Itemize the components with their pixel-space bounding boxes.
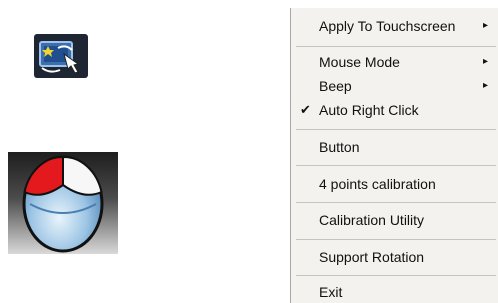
submenu-arrow-icon: ▸ bbox=[483, 20, 489, 31]
menu-item-label: Beep bbox=[319, 78, 352, 94]
menu-item-apply-to-touchscreen[interactable]: Apply To Touchscreen ▸ bbox=[291, 15, 498, 37]
menu-item-label: Auto Right Click bbox=[319, 102, 419, 118]
menu-separator bbox=[296, 275, 496, 276]
menu-item-exit[interactable]: Exit bbox=[291, 281, 498, 303]
menu-item-beep[interactable]: Beep ▸ bbox=[291, 75, 498, 97]
touchscreen-glyph-icon bbox=[39, 41, 80, 74]
menu-item-label: Mouse Mode bbox=[319, 54, 400, 70]
menu-item-calibration-utility[interactable]: Calibration Utility bbox=[291, 209, 498, 231]
submenu-arrow-icon: ▸ bbox=[483, 80, 489, 91]
touchscreen-tray-icon[interactable] bbox=[34, 34, 88, 78]
mouse-icon bbox=[22, 155, 104, 253]
checkmark-icon: ✔ bbox=[300, 102, 311, 117]
menu-item-label: Button bbox=[319, 139, 360, 155]
menu-separator bbox=[296, 165, 496, 166]
menu-item-label: Calibration Utility bbox=[319, 212, 425, 228]
menu-item-support-rotation[interactable]: Support Rotation bbox=[291, 246, 498, 268]
menu-item-label: Support Rotation bbox=[319, 249, 425, 265]
menu-item-auto-right-click[interactable]: ✔ Auto Right Click bbox=[291, 99, 498, 121]
tray-context-menu: Apply To Touchscreen ▸ Mouse Mode ▸ Beep… bbox=[290, 8, 498, 303]
menu-separator bbox=[296, 46, 496, 47]
menu-item-button[interactable]: Button bbox=[291, 136, 498, 158]
menu-item-4-points-calibration[interactable]: 4 points calibration bbox=[291, 173, 498, 195]
menu-item-label: Exit bbox=[319, 284, 343, 300]
menu-item-label: Apply To Touchscreen bbox=[319, 18, 456, 34]
menu-item-label: 4 points calibration bbox=[319, 176, 436, 192]
menu-separator bbox=[296, 129, 496, 130]
submenu-arrow-icon: ▸ bbox=[483, 56, 489, 67]
menu-separator bbox=[296, 202, 496, 203]
mouse-mode-icon bbox=[8, 152, 118, 254]
menu-item-mouse-mode[interactable]: Mouse Mode ▸ bbox=[291, 51, 498, 73]
menu-separator bbox=[296, 239, 496, 240]
